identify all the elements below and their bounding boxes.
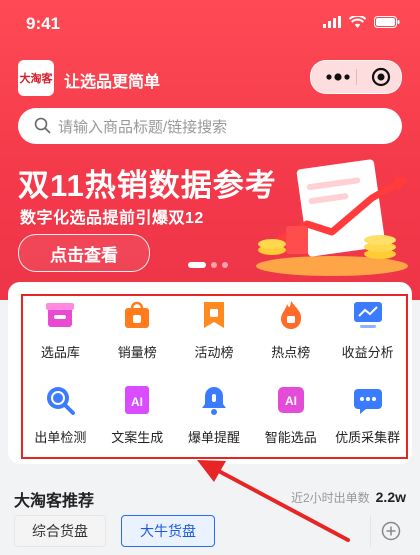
carousel-dot-active[interactable] xyxy=(188,262,206,268)
app-header: 大淘客 让选品更简单 xyxy=(18,60,402,96)
status-bar: 9:41 xyxy=(0,0,420,44)
app-logo: 大淘客 xyxy=(18,60,54,96)
add-circle-icon[interactable] xyxy=(381,521,401,541)
recommend-meta: 近2小时出单数 2.2w xyxy=(291,489,406,506)
carousel-indicator xyxy=(188,262,228,268)
recommend-title: 大淘客推荐 xyxy=(14,493,95,510)
add-tab-area[interactable] xyxy=(370,515,411,547)
more-icon[interactable] xyxy=(325,69,351,85)
wifi-icon xyxy=(349,16,366,28)
search-icon xyxy=(34,117,51,134)
recommend-meta-value: 2.2w xyxy=(375,489,406,505)
search-bar[interactable] xyxy=(18,108,402,146)
mini-program-capsule xyxy=(310,60,402,94)
view-now-button[interactable]: 点击查看 xyxy=(18,234,150,272)
search-input[interactable] xyxy=(56,108,380,146)
carousel-dot[interactable] xyxy=(222,262,228,268)
recommend-meta-label: 近2小时出单数 xyxy=(290,491,370,505)
carousel-dot[interactable] xyxy=(211,262,217,268)
capsule-divider xyxy=(356,69,357,85)
app-slogan: 让选品更简单 xyxy=(64,74,161,91)
banner-subtitle: 数字化选品提前引爆双12 xyxy=(20,210,204,227)
sales-growth-illustration xyxy=(256,159,408,276)
tab-expert-goods[interactable]: 大牛货盘 xyxy=(121,515,215,547)
highlight-box xyxy=(21,294,408,459)
tab-general-goods[interactable]: 综合货盘 xyxy=(14,515,106,547)
status-icons xyxy=(323,16,400,28)
signal-icon xyxy=(323,16,341,28)
banner-title: 双11热销数据参考 xyxy=(18,168,277,203)
close-miniprogram-icon[interactable] xyxy=(371,67,391,87)
status-time: 9:41 xyxy=(26,14,61,33)
battery-icon xyxy=(374,16,400,28)
